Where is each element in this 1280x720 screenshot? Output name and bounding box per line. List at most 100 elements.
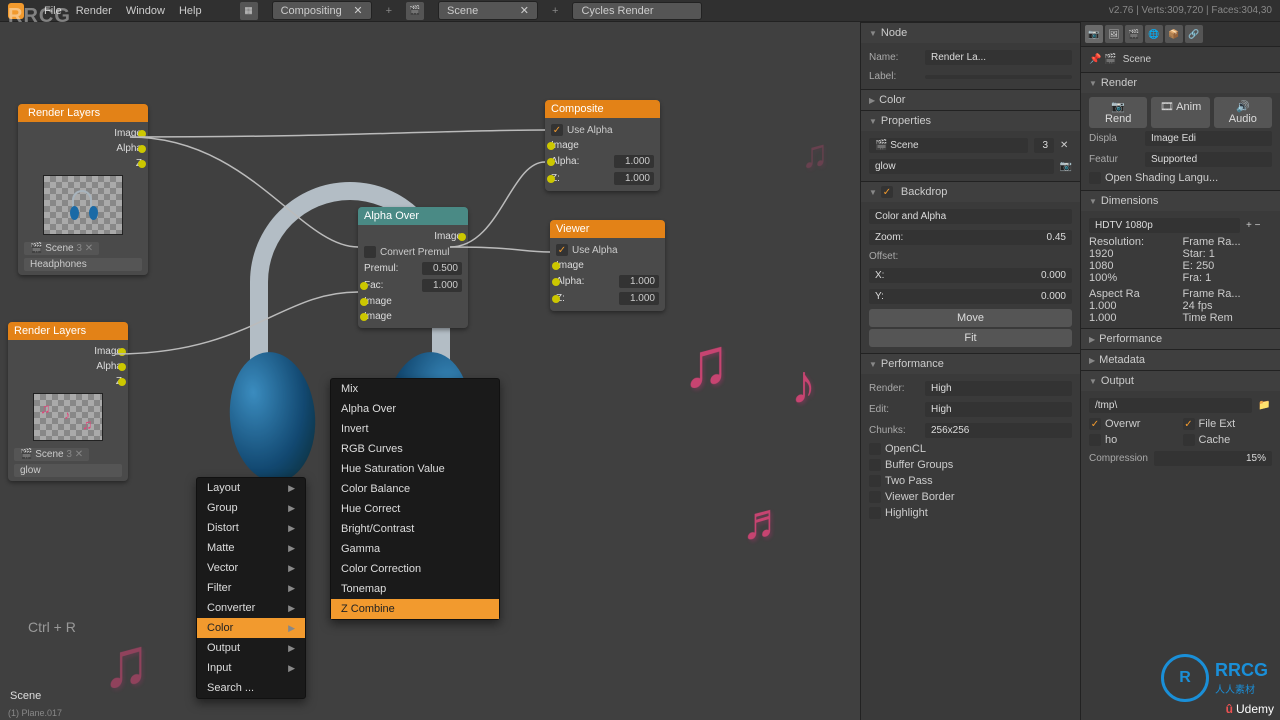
node-header[interactable]: Render Layers: [8, 322, 128, 340]
placeholder-checkbox[interactable]: [1089, 434, 1101, 446]
backdrop-channel[interactable]: Color and Alpha: [869, 209, 1072, 224]
ctx-item-filter[interactable]: Filter▶: [197, 578, 305, 598]
move-button[interactable]: Move: [869, 309, 1072, 327]
res-y-field[interactable]: 1080: [1089, 260, 1179, 272]
render-button[interactable]: 📷 Rend: [1089, 97, 1147, 128]
ctx-sub-rgb-curves[interactable]: RGB Curves: [331, 439, 499, 459]
cache-checkbox[interactable]: [1183, 434, 1195, 446]
node-layer-field[interactable]: glow: [14, 464, 122, 477]
node-layer-field[interactable]: Headphones: [24, 258, 142, 271]
display-mode[interactable]: Image Edi: [1145, 131, 1272, 146]
node-scene-field[interactable]: 🎬 Scene 3 ✕: [24, 242, 99, 255]
tab-world-icon[interactable]: 🌐: [1145, 25, 1163, 43]
node-render-layers-1[interactable]: Render Layers Image Alpha Z 🎬 Scene 3 ✕ …: [18, 104, 148, 275]
time-remap-field[interactable]: Time Rem: [1183, 312, 1273, 324]
scene-dropdown[interactable]: Scene✕: [438, 1, 538, 20]
ctx-sub-hue-correct[interactable]: Hue Correct: [331, 499, 499, 519]
compression-field[interactable]: 15%: [1154, 451, 1272, 466]
osl-checkbox[interactable]: [1089, 172, 1101, 184]
fit-button[interactable]: Fit: [869, 329, 1072, 347]
layout-grid-icon[interactable]: ▦: [240, 2, 258, 20]
overwrite-checkbox[interactable]: [1089, 418, 1101, 430]
ctx-sub-gamma[interactable]: Gamma: [331, 539, 499, 559]
section-backdrop[interactable]: Backdrop: [861, 181, 1080, 202]
ctx-sub-bright-contrast[interactable]: Bright/Contrast: [331, 519, 499, 539]
ctx-item-group[interactable]: Group▶: [197, 498, 305, 518]
ctx-item-input[interactable]: Input▶: [197, 658, 305, 678]
edit-quality[interactable]: High: [925, 402, 1072, 417]
ctx-sub-hue-sat[interactable]: Hue Saturation Value: [331, 459, 499, 479]
opencl-checkbox[interactable]: [869, 443, 881, 455]
node-editor-area[interactable]: ♫ ♪ ♫ ♬ ♪ ♫ ♫ Render Layers Image Alpha …: [0, 22, 860, 720]
render-quality[interactable]: High: [925, 381, 1072, 396]
tab-link-icon[interactable]: 🔗: [1185, 25, 1203, 43]
ctx-item-converter[interactable]: Converter▶: [197, 598, 305, 618]
section-node[interactable]: Node: [861, 22, 1080, 43]
layer-field[interactable]: glow: [869, 159, 1054, 174]
viewer-border-checkbox[interactable]: [869, 491, 881, 503]
ctx-sub-alpha-over[interactable]: Alpha Over: [331, 399, 499, 419]
ctx-item-layout[interactable]: Layout▶: [197, 478, 305, 498]
tab-layers-icon[interactable]: 🖼: [1105, 25, 1123, 43]
node-header[interactable]: Render Layers: [18, 104, 148, 122]
node-composite[interactable]: Composite Use Alpha Image Alpha:1.000 Z:…: [545, 100, 660, 191]
zoom-field[interactable]: Zoom:0.45: [869, 230, 1072, 245]
scene-icon[interactable]: 🎬: [406, 2, 424, 20]
node-name-field[interactable]: Render La...: [925, 50, 1072, 65]
file-ext-checkbox[interactable]: [1183, 418, 1195, 430]
node-header[interactable]: Viewer: [550, 220, 665, 238]
ctx-sub-color-balance[interactable]: Color Balance: [331, 479, 499, 499]
menu-render[interactable]: Render: [76, 5, 112, 17]
animation-button[interactable]: 🎞 Anim: [1151, 97, 1209, 128]
ctx-item-matte[interactable]: Matte▶: [197, 538, 305, 558]
chunks-field[interactable]: 256x256: [925, 423, 1072, 438]
buffer-groups-checkbox[interactable]: [869, 459, 881, 471]
tab-render-icon[interactable]: 📷: [1085, 25, 1103, 43]
offset-x-field[interactable]: X:0.000: [869, 268, 1072, 283]
scene-field[interactable]: 🎬 Scene: [869, 138, 1028, 153]
output-path-field[interactable]: /tmp\: [1089, 398, 1252, 413]
frame-end-field[interactable]: E: 250: [1183, 260, 1273, 272]
node-render-layers-2[interactable]: Render Layers Image Alpha Z ♫ ♪ ♫ 🎬 Scen…: [8, 322, 128, 481]
node-alpha-over[interactable]: Alpha Over Image Convert Premul Premul:0…: [358, 207, 468, 328]
frame-step-field[interactable]: Fra: 1: [1183, 272, 1273, 284]
section-performance[interactable]: Performance: [861, 353, 1080, 374]
ctx-item-color[interactable]: Color▶: [197, 618, 305, 638]
audio-button[interactable]: 🔊 Audio: [1214, 97, 1272, 128]
node-viewer[interactable]: Viewer Use Alpha Image Alpha:1.000 Z:1.0…: [550, 220, 665, 311]
section-dimensions[interactable]: Dimensions: [1081, 190, 1280, 211]
ctx-sub-mix[interactable]: Mix: [331, 379, 499, 399]
breadcrumb-scene[interactable]: Scene: [1123, 54, 1151, 65]
aspect-y-field[interactable]: 1.000: [1089, 312, 1179, 324]
highlight-checkbox[interactable]: [869, 507, 881, 519]
node-header[interactable]: Alpha Over: [358, 207, 468, 225]
tab-object-icon[interactable]: 📦: [1165, 25, 1183, 43]
section-output[interactable]: Output: [1081, 370, 1280, 391]
two-pass-checkbox[interactable]: [869, 475, 881, 487]
render-engine-dropdown[interactable]: Cycles Render: [572, 2, 702, 20]
feature-set[interactable]: Supported: [1145, 152, 1272, 167]
offset-y-field[interactable]: Y:0.000: [869, 289, 1072, 304]
section-properties[interactable]: Properties: [861, 110, 1080, 131]
section-render[interactable]: Render: [1081, 72, 1280, 93]
menu-window[interactable]: Window: [126, 5, 165, 17]
node-scene-field[interactable]: 🎬 Scene 3 ✕: [14, 448, 89, 461]
fps-field[interactable]: 24 fps: [1183, 300, 1273, 312]
ctx-sub-z-combine[interactable]: Z Combine: [331, 599, 499, 619]
ctx-item-search[interactable]: Search ...: [197, 678, 305, 698]
ctx-sub-tonemap[interactable]: Tonemap: [331, 579, 499, 599]
res-pct-field[interactable]: 100%: [1089, 272, 1179, 284]
render-preset[interactable]: HDTV 1080p: [1089, 218, 1240, 233]
ctx-item-output[interactable]: Output▶: [197, 638, 305, 658]
ctx-sub-color-correction[interactable]: Color Correction: [331, 559, 499, 579]
screen-layout-dropdown[interactable]: Compositing✕: [272, 1, 372, 20]
section-color[interactable]: Color: [861, 89, 1080, 110]
ctx-sub-invert[interactable]: Invert: [331, 419, 499, 439]
use-alpha-checkbox[interactable]: [551, 124, 563, 136]
ctx-item-distort[interactable]: Distort▶: [197, 518, 305, 538]
section-metadata[interactable]: Metadata: [1081, 349, 1280, 370]
aspect-x-field[interactable]: 1.000: [1089, 300, 1179, 312]
tab-scene-icon[interactable]: 🎬: [1125, 25, 1143, 43]
res-x-field[interactable]: 1920: [1089, 248, 1179, 260]
node-label-field[interactable]: [925, 75, 1072, 79]
